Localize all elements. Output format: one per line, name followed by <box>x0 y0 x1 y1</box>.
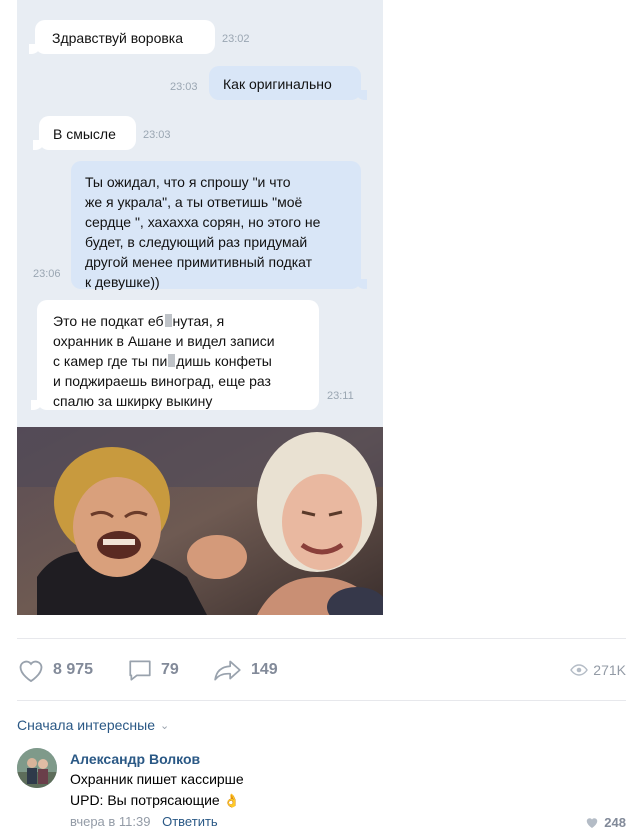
comments-sort-dropdown[interactable]: Сначала интересные ⌄ <box>17 717 169 733</box>
message-text: В смысле <box>53 126 116 142</box>
message-bubble: Здравствуй воровка <box>29 20 215 54</box>
message-line: и поджираешь виноград, еще раз <box>53 373 271 389</box>
comment-like-count: 248 <box>604 815 626 830</box>
message-text: Здравствуй воровка <box>52 30 184 46</box>
divider <box>17 700 626 701</box>
chat-screenshot: Здравствуй воровка 23:02 Как оригинально… <box>17 0 383 427</box>
message-time: 23:02 <box>222 33 250 45</box>
message-line: охранник в Ашане и видел записи <box>53 333 275 349</box>
avatar[interactable] <box>17 748 57 788</box>
message-bubble: В смысле <box>33 116 136 150</box>
message-line: спалю за шкирку выкину <box>53 393 213 409</box>
comment-button[interactable]: 79 <box>127 650 179 690</box>
heart-icon <box>19 660 43 683</box>
reply-link[interactable]: Ответить <box>162 814 218 829</box>
message-time: 23:06 <box>33 268 61 280</box>
message-time: 23:03 <box>170 81 198 93</box>
message-line: будет, в следующий раз придумай <box>85 234 308 250</box>
message-line: Это не подкат еб нутая, я <box>53 313 225 329</box>
message-bubble: Это не подкат еб нутая, я охранник в Ашан… <box>31 300 319 410</box>
sort-label: Сначала интересные <box>17 717 155 733</box>
like-button[interactable]: 8 975 <box>17 650 93 690</box>
share-button[interactable]: 149 <box>213 650 278 690</box>
censor-block <box>164 314 172 327</box>
message-line: Ты ожидал, что я спрошу "и что <box>85 174 291 190</box>
message-time: 23:11 <box>327 390 354 402</box>
share-count: 149 <box>251 661 278 678</box>
comment-icon <box>129 660 151 681</box>
comment-body: Александр Волков Охранник пишет кассирше… <box>70 750 610 829</box>
message-line: к девушке)) <box>85 274 160 290</box>
message-time: 23:03 <box>143 129 171 141</box>
eye-icon <box>570 664 589 676</box>
message-bubble: Как оригинально <box>209 66 367 100</box>
comment-like-button[interactable]: 248 <box>585 815 626 830</box>
message-line: же я украла", а ты ответишь "моё <box>85 194 303 210</box>
like-count: 8 975 <box>53 661 94 678</box>
heart-icon <box>587 818 598 829</box>
message-line: сердце ", хахахха сорян, но этого не <box>85 214 321 230</box>
comment-text-line: UPD: Вы потрясающие 👌 <box>70 792 240 808</box>
views-count: 271K <box>593 662 626 678</box>
chevron-down-icon: ⌄ <box>160 719 170 732</box>
share-icon <box>214 660 241 681</box>
divider <box>17 638 626 639</box>
message-bubble: Ты ожидал, что я спрошу "и что же я укра… <box>71 161 367 290</box>
comment-count: 79 <box>161 661 179 678</box>
message-line: с камер где ты пи дишь конфеты <box>53 353 272 369</box>
message-line: другой менее примитивный подкат <box>85 254 313 270</box>
post-actions: 8 975 79 149 271K <box>17 650 626 690</box>
comment-text-line: Охранник пишет кассирше <box>70 771 244 787</box>
views-counter: 271K <box>570 650 626 690</box>
comment-time[interactable]: вчера в 11:39 <box>70 814 150 829</box>
comment-author[interactable]: Александр Волков <box>70 750 610 769</box>
meme-photo[interactable] <box>17 427 383 615</box>
message-text: Как оригинально <box>223 76 332 92</box>
comment-meta: вчера в 11:39 Ответить <box>70 814 610 829</box>
censor-block <box>168 354 176 367</box>
ok-hand-emoji: 👌 <box>223 793 240 808</box>
